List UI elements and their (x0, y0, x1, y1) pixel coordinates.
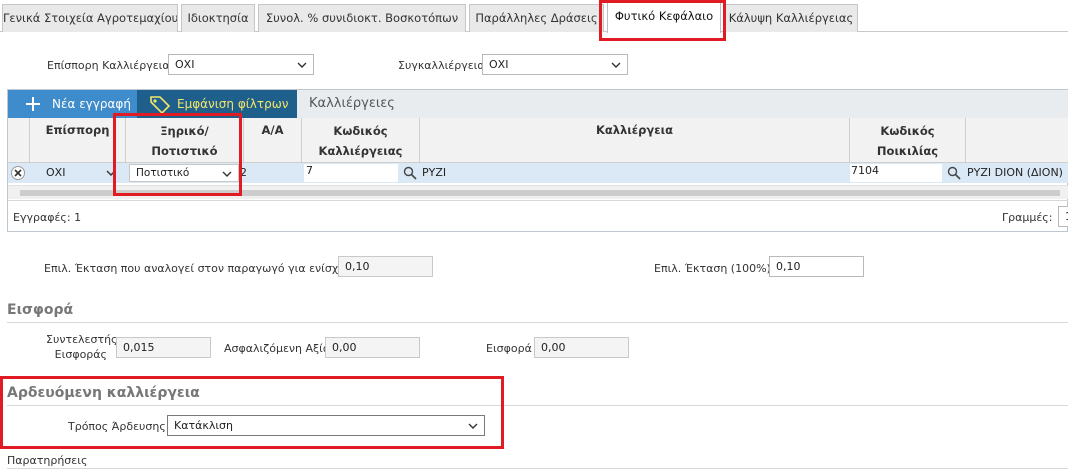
new-record-button[interactable]: Νέα εγγραφή (8, 90, 137, 118)
delete-row-button[interactable] (11, 166, 25, 180)
synkalliergeia-select[interactable]: ΟΧΙ (482, 54, 628, 75)
header-xiriko-potistiko[interactable]: Ξηρικό/ Ποτιστικό (126, 118, 244, 163)
crops-grid-panel: Νέα εγγραφή Εμφάνιση φίλτρων Καλλιέργειε… (7, 89, 1068, 232)
header-epispori[interactable]: Επίσπορη (30, 118, 126, 163)
header-rowselect (8, 118, 30, 163)
header-aa-label: Α/Α (261, 123, 284, 137)
epispori-select-value: ΟΧΙ (175, 58, 195, 71)
header-kalliergeia[interactable]: Καλλιέργεια (420, 118, 850, 163)
rows-per-page-label: Γραμμές: (1002, 211, 1053, 224)
paratiriseis-label: Παρατηρήσεις (7, 454, 88, 467)
header-kodikos-poik-line2: Ποικιλίας (876, 144, 939, 158)
search-icon[interactable] (403, 166, 417, 180)
section-divider (7, 468, 1068, 469)
tropos-ardeusis-value: Κατάκλιση (174, 419, 233, 432)
row-kodikos-kall-input[interactable]: 7 (304, 164, 398, 182)
tab-general-info[interactable]: Γενικά Στοιχεία Αγροτεμαχίου (2, 4, 178, 32)
tab-plant-capital[interactable]: Φυτικό Κεφάλαιο (607, 2, 721, 33)
show-filters-button[interactable]: Εμφάνιση φίλτρων (137, 90, 297, 118)
search-icon[interactable] (947, 166, 961, 180)
epil-ektasi-100-label: Επιλ. Έκταση (100%) (654, 262, 771, 275)
header-kodikos-poikilias[interactable]: Κωδικός Ποικιλίας (850, 118, 966, 163)
synkalliergeia-select-value: ΟΧΙ (489, 58, 509, 71)
syntelestis-field: 0,015 (116, 337, 211, 358)
plus-icon (26, 97, 40, 111)
eisfora-section-title: Εισφορά (7, 302, 74, 318)
tag-icon (150, 96, 171, 114)
tab-pasture-co-ownership[interactable]: Συνολ. % συνιδιοκτ. Βοσκοτόπων (258, 4, 466, 32)
grid-footer: Εγγραφές: 1 Γραμμές: 1 (8, 200, 1068, 233)
section-divider (7, 322, 1068, 323)
row-epispori-value: ΟΧΙ (46, 166, 66, 179)
row-poikilia: ΡΥΖΙ DION (ΔΙΟΝ) (967, 166, 1063, 179)
syntelestis-label-line2: Εισφοράς (54, 348, 107, 361)
chevron-down-icon (468, 423, 478, 429)
grid-toolbar: Νέα εγγραφή Εμφάνιση φίλτρων Καλλιέργειε… (8, 90, 1068, 118)
eisfora-label: Εισφορά (486, 342, 532, 355)
row-kodikos-poik-input[interactable]: 7104 (850, 164, 942, 182)
tab-parallel-actions[interactable]: Παράλληλες Δράσεις (469, 4, 604, 32)
tab-ownership[interactable]: Ιδιοκτησία (181, 4, 255, 32)
chevron-down-icon (611, 62, 621, 68)
scrollbar-thumb[interactable] (20, 190, 1060, 196)
rows-per-page-input[interactable]: 1 (1058, 206, 1068, 227)
asfalizomeni-label: Ασφαλιζόμενη Αξία (224, 342, 331, 355)
header-xiriko-line1: Ξηρικό/ (160, 124, 209, 138)
chevron-down-icon (222, 171, 232, 177)
epispori-select[interactable]: ΟΧΙ (168, 54, 314, 75)
syntelestis-label-line1: Συντελεστής (46, 333, 118, 346)
section-divider (7, 405, 1068, 406)
tropos-ardeusis-label: Τρόπος Άρδευσης (68, 420, 166, 433)
records-count: Εγγραφές: 1 (13, 211, 82, 224)
ardeusi-section-title: Αρδευόμενη καλλιέργεια (7, 385, 200, 401)
row-xiriko-value: Ποτιστικό (136, 167, 190, 179)
epil-ektasi-field: 0,10 (338, 256, 433, 277)
row-epispori-select[interactable]: ΟΧΙ (46, 163, 116, 183)
eisfora-field: 0,00 (534, 337, 629, 358)
tab-crop-coverage[interactable]: Κάλυψη Καλλιέργειας (724, 4, 858, 32)
header-poikilia (966, 118, 1068, 163)
grid-title: Καλλιέργειες (309, 96, 395, 111)
header-kodikos-kall-line2: Καλλιέργειας (318, 144, 403, 158)
epispori-label: Επίσπορη Καλλιέργεια (47, 59, 170, 72)
asfalizomeni-field: 0,00 (325, 337, 420, 358)
close-icon (14, 169, 22, 177)
chevron-down-icon (297, 62, 307, 68)
tab-bar: Γενικά Στοιχεία Αγροτεμαχίου Ιδιοκτησία … (0, 0, 1068, 33)
row-aa: 2 (240, 166, 247, 179)
new-record-label: Νέα εγγραφή (52, 97, 131, 111)
row-xiriko-select[interactable]: Ποτιστικό (129, 164, 239, 182)
header-kalliergeia-label: Καλλιέργεια (595, 123, 674, 137)
table-row[interactable]: ΟΧΙ Ποτιστικό 2 7 ΡΥΖΙ 7104 ΡΥΖΙ DION (Δ… (8, 163, 1068, 183)
show-filters-label: Εμφάνιση φίλτρων (177, 97, 289, 111)
header-kodikos-poik-line1: Κωδικός (880, 124, 935, 138)
epil-ektasi-label: Επιλ. Έκταση που αναλογεί στον παραγωγό … (44, 262, 359, 275)
epil-ektasi-100-input[interactable]: 0,10 (769, 256, 864, 277)
header-kodikos-kall-line1: Κωδικός (333, 124, 388, 138)
synkalliergeia-label: Συγκαλλιέργεια (398, 59, 485, 72)
tropos-ardeusis-select[interactable]: Κατάκλιση (167, 415, 485, 436)
horizontal-scrollbar[interactable] (8, 185, 1068, 199)
chevron-down-icon (106, 170, 116, 176)
row-kalliergeia: ΡΥΖΙ (422, 166, 447, 179)
header-kodikos-kalliergeias[interactable]: Κωδικός Καλλιέργειας (302, 118, 420, 163)
header-aa[interactable]: Α/Α (244, 118, 302, 163)
header-epispori-label: Επίσπορη (45, 123, 110, 137)
header-xiriko-line2: Ποτιστικό (151, 144, 218, 158)
